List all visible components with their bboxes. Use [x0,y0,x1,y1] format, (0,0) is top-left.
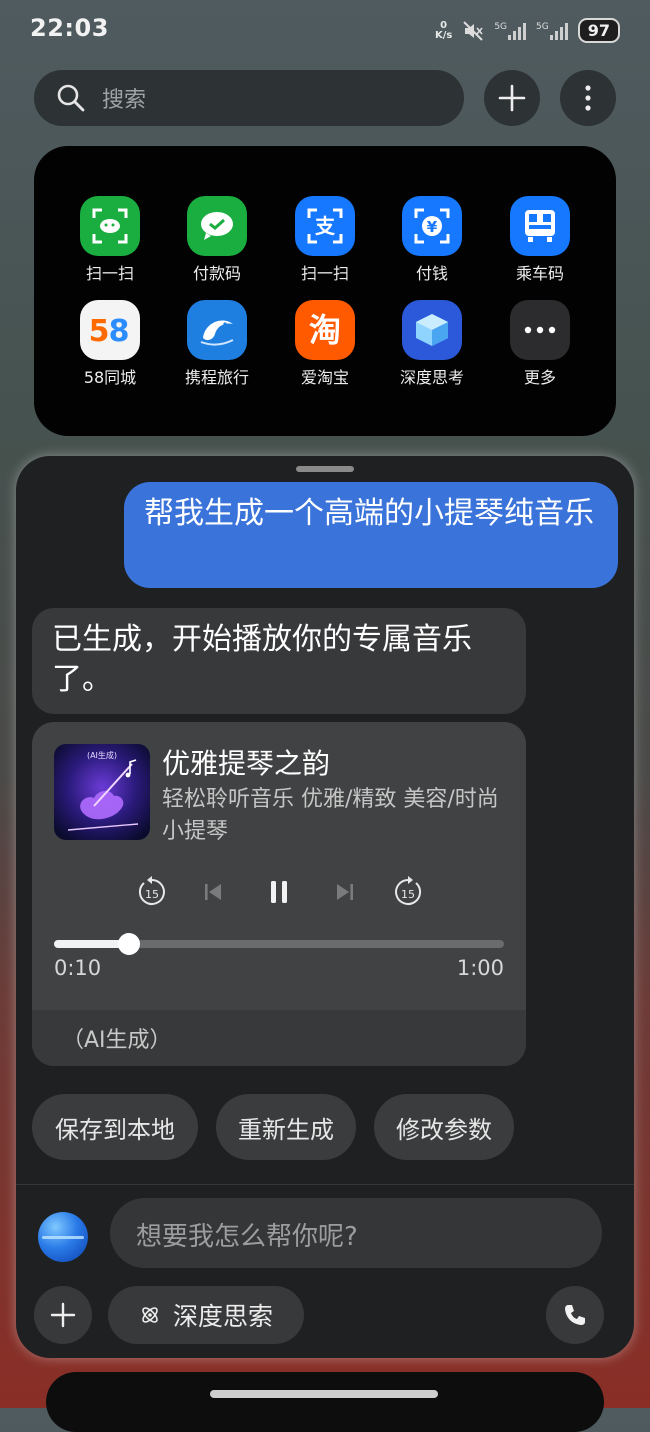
shortcut-label: 携程旅行 [184,368,249,387]
more-options-button[interactable] [560,70,616,126]
network-speed-unit: K/s [434,29,453,41]
voice-call-button[interactable] [546,1286,604,1344]
vertical-dots-icon [585,85,591,111]
shortcut-label: 扫一扫 [300,264,349,283]
search-bar[interactable]: 搜索 [34,70,464,126]
network-speed-value: 0 [440,19,448,31]
shortcut-label: 付款码 [192,264,241,283]
sim2-network-type: 5G [536,21,549,32]
rewind-15-icon: 15 [138,876,165,905]
svg-text:支: 支 [315,214,336,238]
shortcut-label: 深度思考 [399,368,464,387]
mute-icon [463,20,484,41]
shortcut-grid: 扫一扫 付款码 支 扫一扫 ¥ 付钱 乘车码 58 58同城 携程旅行 淘 爱淘… [34,146,616,436]
background-card-peek [46,1372,604,1432]
wechat-scan-icon [80,196,140,256]
assistant-message: 已生成，开始播放你的专属音乐了。 [32,608,526,714]
add-button[interactable] [484,70,540,126]
plus-icon [50,1302,76,1328]
shortcut-label: 爱淘宝 [300,368,349,387]
phone-icon [565,1305,585,1325]
svg-text:淘: 淘 [309,311,341,349]
more-dots-icon [510,300,570,360]
progress-thumb[interactable] [118,933,140,955]
drag-handle[interactable] [296,466,354,472]
atom-icon [142,1307,158,1323]
shortcut-label: 58同城 [83,368,137,387]
save-local-button[interactable]: 保存到本地 [32,1094,198,1160]
album-cover[interactable]: (AI生成) [54,744,150,840]
network-speed: 0 K/s [434,19,453,41]
current-time: 0:10 [54,956,102,980]
shortcut-label: 更多 [523,368,556,387]
shortcut-more[interactable]: 更多 [490,300,590,388]
sim1-network-type: 5G [494,21,508,32]
plus-icon [498,84,526,112]
shortcut-58[interactable]: 58 58同城 [60,300,160,388]
status-bar: 22:03 0 K/s 5G 5G 97 [0,0,650,60]
svg-text:¥: ¥ [427,218,438,236]
divider [16,1184,634,1185]
alipay-scan-icon: 支 [295,196,355,256]
shortcut-alipay-scan[interactable]: 支 扫一扫 [275,196,375,284]
pause-button[interactable] [262,872,296,912]
forward-15-button[interactable]: 15 [388,872,428,912]
deep-search-label: 深度思索 [172,1302,273,1331]
shortcut-label: 扫一扫 [85,264,134,283]
message-input-placeholder: 想要我怎么帮你呢? [136,1222,358,1252]
alipay-pay-icon: ¥ [402,196,462,256]
shortcut-deep-think[interactable]: 深度思考 [382,300,482,388]
cover-badge: (AI生成) [86,751,118,760]
bus-code-icon [510,196,570,256]
svg-text:5: 5 [89,314,110,349]
home-indicator[interactable] [210,1390,438,1398]
rewind-seconds-label: 15 [145,888,159,901]
attach-button[interactable] [34,1286,92,1344]
shortcut-label: 付钱 [415,264,448,283]
rewind-15-button[interactable]: 15 [132,872,172,912]
deep-search-button[interactable]: 深度思索 [108,1286,304,1344]
shortcut-bus-code[interactable]: 乘车码 [490,196,590,284]
forward-seconds-label: 15 [401,888,415,901]
user-message: 帮我生成一个高端的小提琴纯音乐 [124,482,618,588]
svg-text:8: 8 [109,314,130,349]
signal-sim2-icon [549,22,568,40]
battery-indicator: 97 [577,18,620,43]
shortcut-alipay-pay[interactable]: ¥ 付钱 [382,196,482,284]
wechat-pay-icon [187,196,247,256]
total-time: 1:00 [456,956,504,980]
modify-params-button[interactable]: 修改参数 [374,1094,514,1160]
taobao-icon: 淘 [295,300,355,360]
status-icons: 0 K/s 5G 5G 97 [435,18,620,43]
shortcut-ctrip[interactable]: 携程旅行 [167,300,267,388]
progress-bar[interactable] [54,933,504,955]
forward-15-icon: 15 [395,876,422,905]
ai-generated-footer: （AI生成） [32,1010,526,1066]
previous-button[interactable] [198,872,228,912]
shortcut-label: 乘车码 [515,264,564,283]
58-logo-icon: 58 [80,300,140,360]
song-description: 轻松聆听音乐 优雅/精致 美容/时尚 小提琴 [162,787,499,844]
ai-generated-tag: （AI生成） [62,1028,172,1053]
ctrip-dolphin-icon [187,300,247,360]
clock: 22:03 [30,14,109,42]
search-placeholder: 搜索 [102,88,147,113]
assistant-orb-icon[interactable] [38,1212,88,1262]
regenerate-button[interactable]: 重新生成 [216,1094,356,1160]
next-button[interactable] [330,872,360,912]
shortcut-wechat-pay[interactable]: 付款码 [167,196,267,284]
music-player-card: (AI生成) 优雅提琴之韵 轻松聆听音乐 优雅/精致 美容/时尚 小提琴 15 [32,722,526,1066]
deep-think-cube-icon [402,300,462,360]
skip-next-icon [337,884,353,900]
shortcut-taobao[interactable]: 淘 爱淘宝 [275,300,375,388]
skip-previous-icon [205,884,221,900]
search-icon [57,84,85,112]
song-title: 优雅提琴之韵 [162,747,331,780]
shortcut-wechat-scan[interactable]: 扫一扫 [60,196,160,284]
message-input[interactable]: 想要我怎么帮你呢? [110,1198,602,1268]
assistant-panel: 帮我生成一个高端的小提琴纯音乐 已生成，开始播放你的专属音乐了。 (AI生成) … [16,456,634,1358]
signal-sim1-icon [508,22,527,40]
pause-icon [271,881,287,903]
